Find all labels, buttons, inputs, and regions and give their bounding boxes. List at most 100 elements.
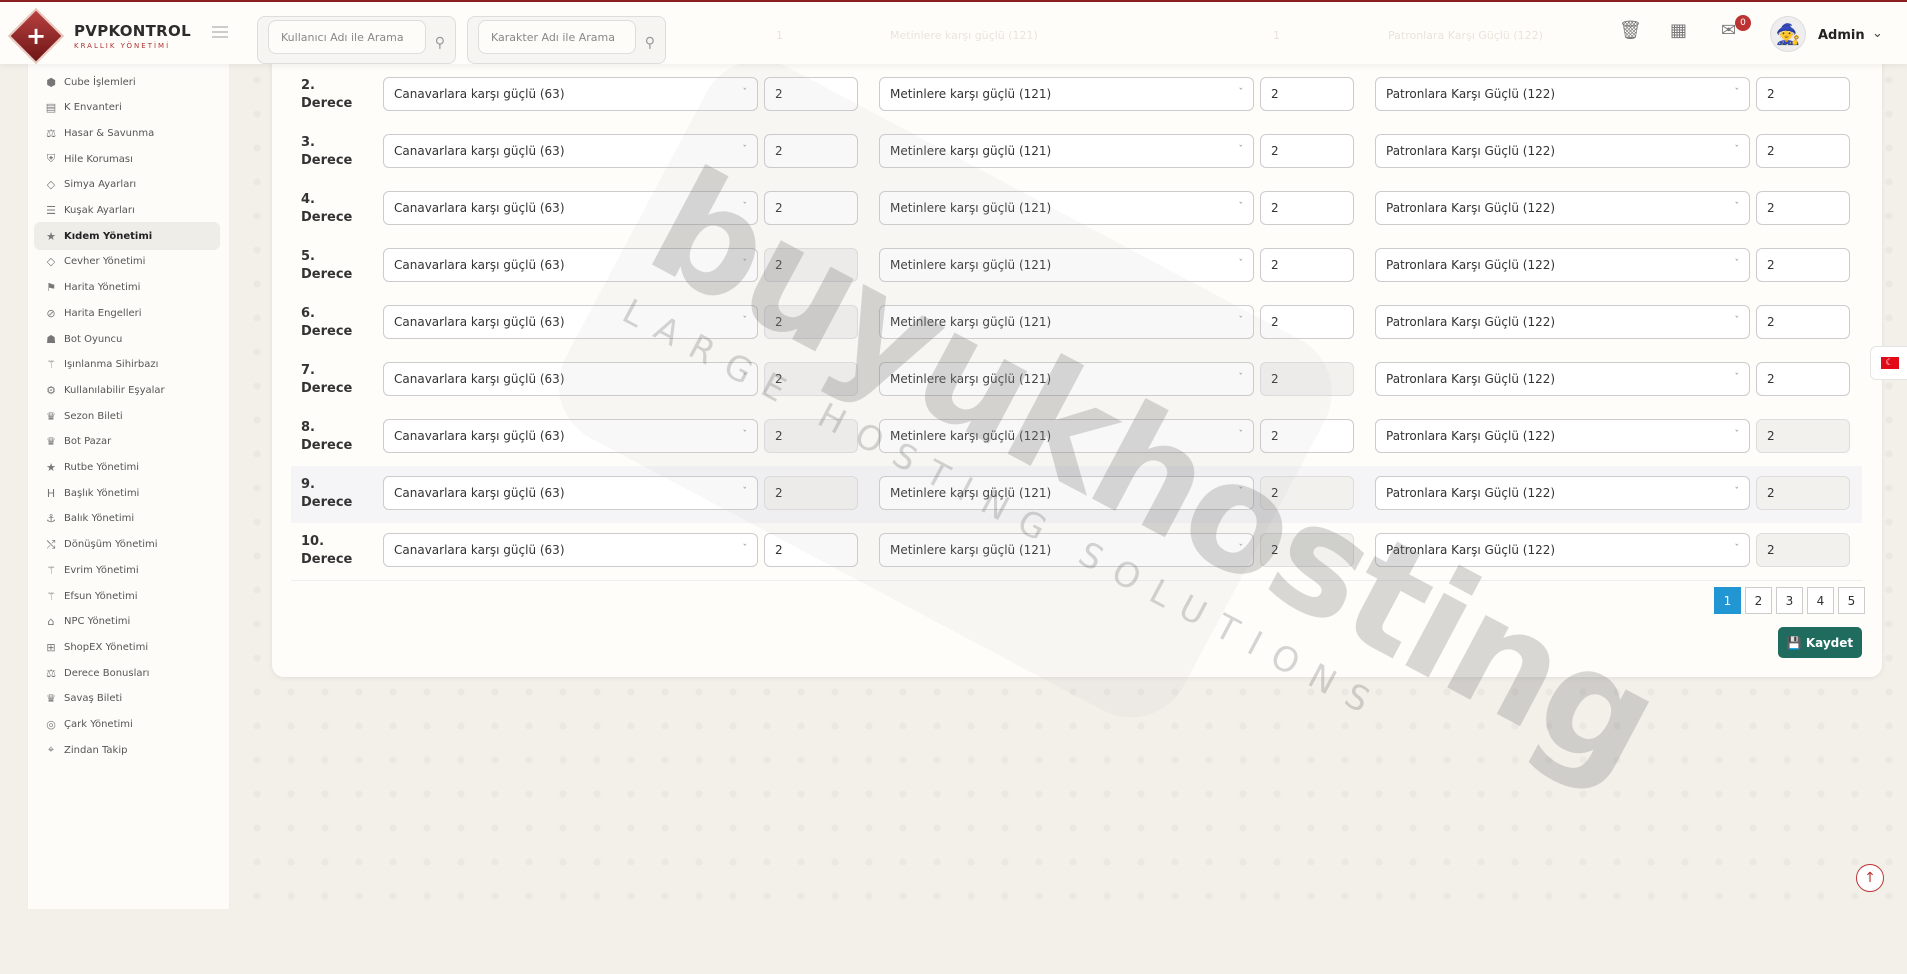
bonus-select[interactable]: Canavarlara karşı güçlü (63) ˇ <box>383 476 758 510</box>
bonus-select[interactable]: Patronlara Karşı Güçlü (122) ˇ <box>1375 248 1750 282</box>
bonus-value-input[interactable]: 2 <box>1260 134 1354 168</box>
sidebar-item[interactable]: ◎ Çark Yönetimi <box>34 711 220 739</box>
bonus-value-input[interactable]: 2 <box>1260 191 1354 225</box>
bonus-select[interactable]: Metinlere karşı güçlü (121) ˇ <box>879 533 1254 567</box>
bonus-value-input[interactable]: 2 <box>1260 248 1354 282</box>
sidebar-item[interactable]: ⊞ ShopEX Yönetimi <box>34 633 220 661</box>
bonus-select[interactable]: Metinlere karşı güçlü (121) ˇ <box>879 419 1254 453</box>
sidebar-item[interactable]: ⛨ Hile Koruması <box>34 145 220 173</box>
bonus-value-input[interactable]: 2 <box>1756 305 1850 339</box>
sidebar-item[interactable]: ⌖ Zindan Takip <box>34 736 220 764</box>
bonus-value-input[interactable]: 2 <box>1756 533 1850 567</box>
bonus-value-input[interactable]: 2 <box>1756 419 1850 453</box>
bonus-value-input[interactable]: 2 <box>1756 191 1850 225</box>
search-icon[interactable]: ⚲ <box>645 35 655 51</box>
bonus-value-input[interactable]: 2 <box>1756 134 1850 168</box>
page-button[interactable]: 2 <box>1745 587 1772 614</box>
bonus-value-input[interactable]: 2 <box>1260 419 1354 453</box>
calendar-icon[interactable]: ▦ <box>1670 20 1687 41</box>
bonus-select[interactable]: Patronlara Karşı Güçlü (122) ˇ <box>1375 77 1750 111</box>
bonus-value-input[interactable]: 2 <box>764 476 858 510</box>
sidebar-item[interactable]: ☗ Bot Oyuncu <box>34 325 220 353</box>
sidebar-item[interactable]: ♛ Bot Pazar <box>34 428 220 456</box>
bonus-value-input[interactable]: 2 <box>764 248 858 282</box>
language-switcher[interactable]: ☾ <box>1870 346 1907 380</box>
bonus-value-input[interactable]: 2 <box>1756 77 1850 111</box>
bonus-select[interactable]: Patronlara Karşı Güçlü (122) ˇ <box>1375 362 1750 396</box>
sidebar-item[interactable]: ★ Kıdem Yönetimi <box>34 222 220 251</box>
page-button[interactable]: 4 <box>1807 587 1834 614</box>
bonus-select[interactable]: Patronlara Karşı Güçlü (122) ˇ <box>1375 533 1750 567</box>
sidebar-item[interactable]: ◇ Simya Ayarları <box>34 171 220 199</box>
sidebar-item[interactable]: ⚚ Işınlanma Sihirbazı <box>34 351 220 379</box>
bonus-value-input[interactable]: 2 <box>1260 362 1354 396</box>
bonus-select[interactable]: Canavarlara karşı güçlü (63) ˇ <box>383 419 758 453</box>
bonus-value-input[interactable]: 2 <box>1260 533 1354 567</box>
bonus-select[interactable]: Canavarlara karşı güçlü (63) ˇ <box>383 134 758 168</box>
bonus-value-input[interactable]: 2 <box>1756 248 1850 282</box>
sidebar-item[interactable]: ⌂ NPC Yönetimi <box>34 608 220 636</box>
sidebar-item[interactable]: ★ Rutbe Yönetimi <box>34 454 220 482</box>
sidebar-item[interactable]: ☰ Kuşak Ayarları <box>34 197 220 225</box>
bonus-value-input[interactable]: 2 <box>1756 362 1850 396</box>
chevron-down-icon[interactable]: ⌄ <box>1872 26 1883 41</box>
sidebar-item[interactable]: ⚖ Derece Bonusları <box>34 659 220 687</box>
bonus-select[interactable]: Metinlere karşı güçlü (121) ˇ <box>879 77 1254 111</box>
bonus-select[interactable]: Metinlere karşı güçlü (121) ˇ <box>879 362 1254 396</box>
bonus-value-input[interactable]: 2 <box>764 305 858 339</box>
sidebar-item[interactable]: ⚑ Harita Yönetimi <box>34 274 220 302</box>
sidebar-item[interactable]: ⚙ Kullanılabilir Eşyalar <box>34 376 220 404</box>
avatar[interactable]: 🧙 <box>1770 16 1806 52</box>
sidebar-item[interactable]: ⬢ Cube İşlemleri <box>34 68 220 96</box>
mail-icon[interactable]: ✉ <box>1721 20 1736 41</box>
bonus-value-input[interactable]: 2 <box>1260 305 1354 339</box>
sidebar-item[interactable]: ⚖ Hasar & Savunma <box>34 119 220 147</box>
sidebar-item[interactable]: ⤭ Dönüşüm Yönetimi <box>34 531 220 559</box>
bonus-value-input[interactable]: 2 <box>764 77 858 111</box>
search-icon[interactable]: ⚲ <box>435 35 445 51</box>
sidebar-item[interactable]: ♛ Savaş Bileti <box>34 685 220 713</box>
bonus-value-input[interactable]: 2 <box>1260 476 1354 510</box>
bonus-value-input[interactable]: 2 <box>1260 77 1354 111</box>
bonus-select[interactable]: Canavarlara karşı güçlü (63) ˇ <box>383 191 758 225</box>
bonus-select[interactable]: Canavarlara karşı güçlü (63) ˇ <box>383 248 758 282</box>
bonus-select[interactable]: Canavarlara karşı güçlü (63) ˇ <box>383 362 758 396</box>
bonus-select[interactable]: Patronlara Karşı Güçlü (122) ˇ <box>1375 419 1750 453</box>
bonus-select[interactable]: Patronlara Karşı Güçlü (122) ˇ <box>1375 305 1750 339</box>
scroll-top-button[interactable]: ↑ <box>1856 864 1884 892</box>
menu-toggle-icon[interactable] <box>212 26 228 41</box>
save-button[interactable]: 💾 Kaydet <box>1778 627 1862 658</box>
sidebar-item[interactable]: ▤ K Envanteri <box>34 94 220 122</box>
bonus-select[interactable]: Patronlara Karşı Güçlü (122) ˇ <box>1375 476 1750 510</box>
bonus-select[interactable]: Patronlara Karşı Güçlü (122) ˇ <box>1375 134 1750 168</box>
bonus-select[interactable]: Canavarlara karşı güçlü (63) ˇ <box>383 305 758 339</box>
sidebar-item[interactable]: ⚚ Efsun Yönetimi <box>34 582 220 610</box>
trash-icon[interactable]: 🗑 <box>1619 20 1642 41</box>
admin-name[interactable]: Admin <box>1818 28 1865 43</box>
bonus-select[interactable]: Metinlere karşı güçlü (121) ˇ <box>879 191 1254 225</box>
character-search-input[interactable] <box>478 20 636 54</box>
sidebar-item[interactable]: H Başlık Yönetimi <box>34 479 220 507</box>
page-button[interactable]: 5 <box>1838 587 1865 614</box>
sidebar-item[interactable]: ♛ Sezon Bileti <box>34 402 220 430</box>
bonus-value-input[interactable]: 2 <box>764 134 858 168</box>
sidebar-item[interactable]: ⚓ Balık Yönetimi <box>34 505 220 533</box>
bonus-select[interactable]: Metinlere karşı güçlü (121) ˇ <box>879 248 1254 282</box>
page-button[interactable]: 3 <box>1776 587 1803 614</box>
user-search-input[interactable] <box>268 20 426 54</box>
bonus-select[interactable]: Patronlara Karşı Güçlü (122) ˇ <box>1375 191 1750 225</box>
bonus-select[interactable]: Metinlere karşı güçlü (121) ˇ <box>879 476 1254 510</box>
bonus-value-input[interactable]: 2 <box>764 533 858 567</box>
bonus-select[interactable]: Metinlere karşı güçlü (121) ˇ <box>879 134 1254 168</box>
sidebar-item[interactable]: ◇ Cevher Yönetimi <box>34 248 220 276</box>
bonus-value-input[interactable]: 2 <box>1756 476 1850 510</box>
sidebar-item[interactable]: ⚚ Evrim Yönetimi <box>34 556 220 584</box>
bonus-value-input[interactable]: 2 <box>764 362 858 396</box>
bonus-select[interactable]: Metinlere karşı güçlü (121) ˇ <box>879 305 1254 339</box>
bonus-value-input[interactable]: 2 <box>764 191 858 225</box>
page-button[interactable]: 1 <box>1714 587 1741 614</box>
bonus-select[interactable]: Canavarlara karşı güçlü (63) ˇ <box>383 77 758 111</box>
sidebar-item[interactable]: ⊘ Harita Engelleri <box>34 299 220 327</box>
bonus-select[interactable]: Canavarlara karşı güçlü (63) ˇ <box>383 533 758 567</box>
brand-logo[interactable]: + PVPKONTROL KRALLIK YÖNETİMİ <box>7 7 191 65</box>
